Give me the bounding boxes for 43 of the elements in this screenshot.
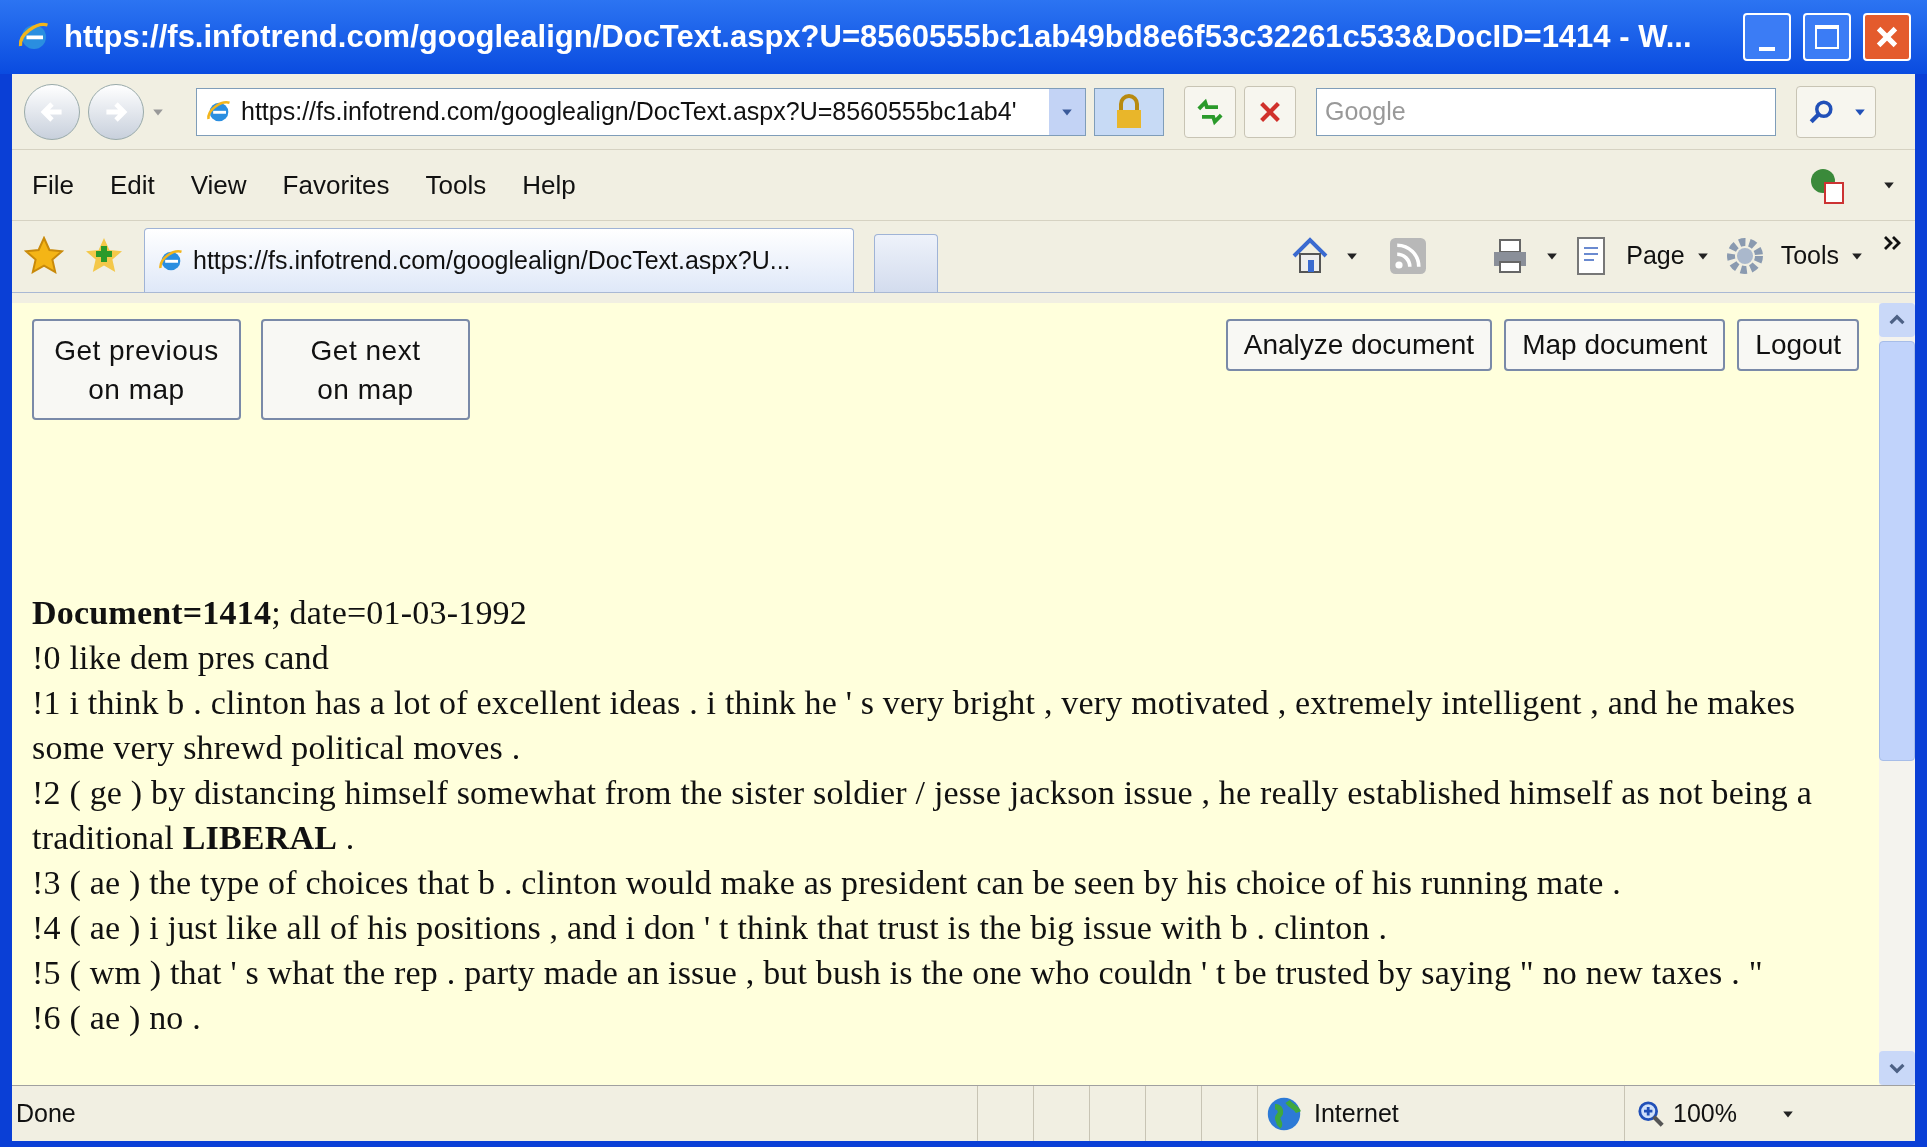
browser-tab[interactable]: https://fs.infotrend.com/googlealign/DocText.aspx?U... — [144, 228, 854, 292]
document-line: !2 ( ge ) by distancing himself somewhat from the sister soldier / jesse jackson issue , he really established himself as not being a traditional LIBERAL . — [32, 773, 1814, 858]
scroll-down-button[interactable] — [1879, 1051, 1915, 1085]
security-zone: Internet — [1314, 1097, 1399, 1129]
stop-button[interactable] — [1244, 85, 1296, 138]
status-text: Done — [15, 1097, 77, 1129]
magnifier-icon — [1637, 1099, 1665, 1128]
gear-icon[interactable] — [1724, 236, 1765, 276]
action-button[interactable]: Logout — [1737, 319, 1859, 371]
map-nav-button[interactable]: Get next on map — [261, 319, 470, 420]
scrollbar[interactable] — [1879, 303, 1915, 1085]
search-button[interactable] — [1796, 85, 1876, 138]
action-button[interactable]: Map document — [1504, 319, 1726, 371]
tools-menu[interactable]: Tools — [1780, 237, 1863, 275]
menu-item[interactable]: Edit — [109, 165, 155, 205]
maximize-button[interactable] — [1803, 13, 1851, 61]
menu-item[interactable]: Tools — [425, 165, 487, 205]
document-line: !6 ( ae ) no . — [32, 998, 202, 1038]
lock-icon[interactable] — [1094, 87, 1164, 136]
star-icon[interactable] — [24, 236, 64, 276]
menu-item[interactable]: View — [190, 165, 247, 205]
document-line: !0 like dem pres cand — [32, 638, 330, 678]
page-menu[interactable]: Page — [1626, 237, 1709, 275]
menu-item[interactable]: Help — [522, 165, 576, 205]
close-button[interactable] — [1863, 13, 1911, 61]
menu-item[interactable]: Favorites — [282, 165, 390, 205]
search-field[interactable]: Google — [1316, 87, 1776, 136]
minimize-button[interactable] — [1743, 13, 1791, 61]
action-button[interactable]: Analyze document — [1225, 319, 1493, 371]
refresh-button[interactable] — [1184, 85, 1236, 138]
document-line: !1 i think b . clinton has a lot of excellent ideas . i think he ' s very bright , very motivated , extremely intelligent , and he makes some very shrewd political moves . — [32, 683, 1797, 768]
map-nav-button[interactable]: Get previous on map — [32, 319, 241, 420]
document-line: !5 ( wm ) that ' s what the rep . party made an issue , but bush is the one who couldn ' t be trusted by saying " no new taxes . " — [32, 953, 1764, 993]
document-line: !3 ( ae ) the type of choices that b . clinton would make as president can be seen by his choice of his running mate . — [32, 863, 1622, 903]
window-title: https://fs.infotrend.com/googlealign/DocText.aspx?U=8560555bc1ab49bd8e6f53c32261c533&DocID=1414 - W... — [64, 17, 1693, 56]
address-url: https://fs.infotrend.com/googlealign/DocText.aspx?U=8560555bc1ab4' — [241, 95, 1018, 127]
menu-item[interactable]: File — [32, 165, 74, 205]
document-line: !4 ( ae ) i just like all of his positions , and i don ' t think that trust is the big issue with b . clinton . — [32, 908, 1389, 948]
scroll-up-button[interactable] — [1879, 303, 1915, 337]
zoom-button[interactable]: 100% — [1624, 1086, 1794, 1141]
scroll-thumb[interactable] — [1879, 341, 1915, 761]
globe-icon — [1266, 1095, 1302, 1132]
document-heading: Document=1414; date=01-03-1992 — [32, 593, 528, 633]
